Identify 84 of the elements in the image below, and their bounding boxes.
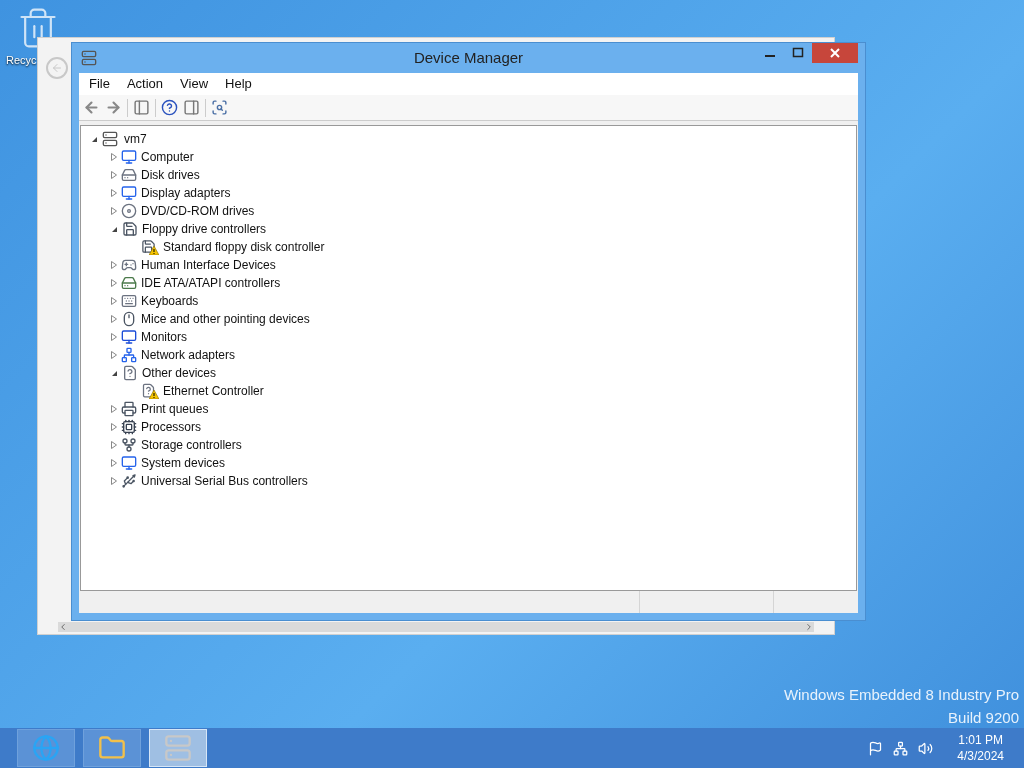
os-edition-text: Windows Embedded 8 Industry Pro <box>783 685 1019 705</box>
storage-icon <box>121 437 137 453</box>
keyboard-icon <box>121 293 137 309</box>
horizontal-scrollbar[interactable] <box>58 622 814 632</box>
scroll-right-icon[interactable] <box>804 622 814 632</box>
taskbar-button[interactable] <box>83 729 141 767</box>
folder-icon <box>98 734 126 762</box>
globe-icon <box>32 734 60 762</box>
collapse-arrow-icon[interactable] <box>91 135 98 143</box>
menu-item[interactable]: File <box>89 74 110 94</box>
expand-arrow-icon[interactable] <box>111 261 117 269</box>
expand-arrow-icon[interactable] <box>111 207 117 215</box>
collapse-arrow-icon[interactable] <box>111 225 118 233</box>
network-icon <box>121 347 137 363</box>
scan-icon[interactable] <box>211 99 228 116</box>
computer-icon <box>164 734 192 762</box>
back-icon[interactable] <box>83 99 100 116</box>
clock-date[interactable]: 4/3/2024 <box>957 748 1004 764</box>
expand-arrow-icon[interactable] <box>111 333 117 341</box>
app-icon <box>81 50 97 66</box>
tree-item[interactable]: Network adapters <box>141 346 236 364</box>
expand-arrow-icon[interactable] <box>111 315 117 323</box>
expand-arrow-icon[interactable] <box>111 279 117 287</box>
question-icon <box>122 365 138 381</box>
tree-item[interactable]: Disk drives <box>141 166 200 184</box>
expand-arrow-icon[interactable] <box>111 459 117 467</box>
window-title: Device Manager <box>413 47 524 68</box>
panel-icon[interactable] <box>183 99 200 116</box>
desktop-icon-label: Recyc <box>6 53 37 68</box>
drive-icon <box>121 167 137 183</box>
tree-item[interactable]: IDE ATA/ATAPI controllers <box>141 274 281 292</box>
tree-item[interactable]: Processors <box>141 418 202 436</box>
forward-icon[interactable] <box>105 99 122 116</box>
tree-item[interactable]: Monitors <box>141 328 187 346</box>
tree-item[interactable]: Floppy drive controllers <box>142 220 267 238</box>
tree-item[interactable]: Other devices <box>142 364 217 382</box>
tree-item[interactable]: vm7 <box>124 130 147 148</box>
tree-item[interactable]: Print queues <box>141 400 209 418</box>
expand-arrow-icon[interactable] <box>111 189 117 197</box>
computer-icon <box>102 131 118 147</box>
tree-item[interactable]: Storage controllers <box>141 436 242 454</box>
collapse-arrow-icon[interactable] <box>111 369 118 377</box>
tree-item[interactable]: DVD/CD-ROM drives <box>141 202 255 220</box>
tree-item[interactable]: System devices <box>141 454 226 472</box>
drive-icon <box>121 275 137 291</box>
tree-item[interactable]: Mice and other pointing devices <box>141 310 310 328</box>
menu-item[interactable]: Action <box>126 74 164 94</box>
disc-icon <box>121 203 137 219</box>
mouse-icon <box>121 311 137 327</box>
scroll-left-icon[interactable] <box>58 622 68 632</box>
expand-arrow-icon[interactable] <box>111 153 117 161</box>
usb-icon <box>121 473 137 489</box>
tree-item[interactable]: Standard floppy disk controller <box>163 238 325 256</box>
monitor-icon <box>121 185 137 201</box>
expand-arrow-icon[interactable] <box>111 423 117 431</box>
back-arrow-icon <box>51 62 63 74</box>
chip-icon <box>121 419 137 435</box>
monitor-icon <box>121 149 137 165</box>
expand-arrow-icon[interactable] <box>111 171 117 179</box>
expand-arrow-icon[interactable] <box>111 405 117 413</box>
expand-arrow-icon[interactable] <box>111 477 117 485</box>
tree-item[interactable]: Ethernet Controller <box>163 382 264 400</box>
build-text: Build 9200 <box>948 708 1019 728</box>
expand-arrow-icon[interactable] <box>111 297 117 305</box>
monitor-icon <box>121 455 137 471</box>
tree-item[interactable]: Computer <box>141 148 194 166</box>
close-icon <box>830 48 840 58</box>
panel-icon[interactable] <box>133 99 150 116</box>
tree-item[interactable]: Display adapters <box>141 184 231 202</box>
menu-item[interactable]: View <box>180 74 209 94</box>
tree-item[interactable]: Human Interface Devices <box>141 256 276 274</box>
tree-item[interactable]: Keyboards <box>141 292 199 310</box>
close-button[interactable] <box>812 43 858 63</box>
expand-arrow-icon[interactable] <box>111 441 117 449</box>
flag-icon[interactable] <box>868 740 884 756</box>
expand-arrow-icon[interactable] <box>111 351 117 359</box>
help-icon[interactable] <box>161 99 178 116</box>
printer-icon <box>121 401 137 417</box>
gamepad-icon <box>121 257 137 273</box>
monitor-icon <box>121 329 137 345</box>
tree-item[interactable]: Universal Serial Bus controllers <box>141 472 308 490</box>
clock-time[interactable]: 1:01 PM <box>958 732 1003 748</box>
floppy-icon <box>122 221 138 237</box>
menu-item[interactable]: Help <box>225 74 252 94</box>
